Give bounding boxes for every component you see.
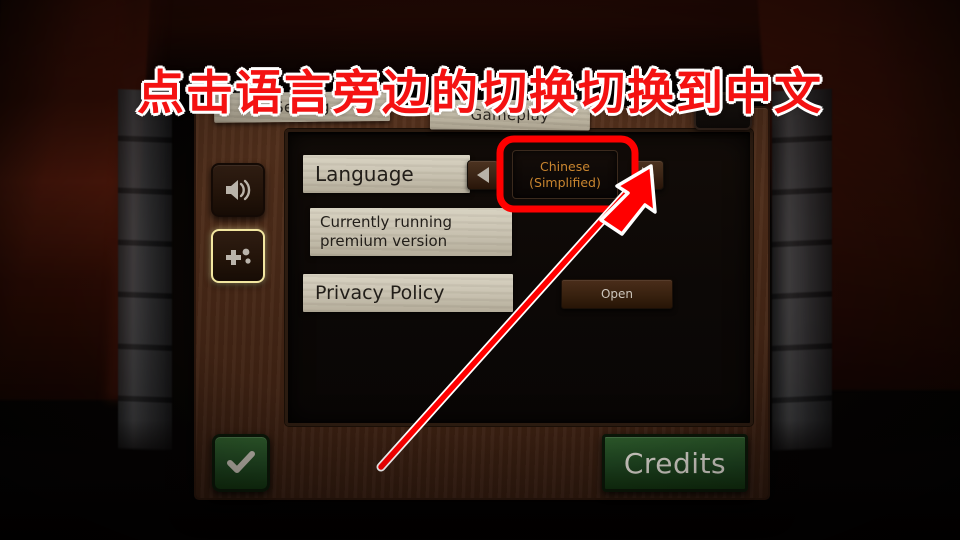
privacy-policy-open-button[interactable]: Open <box>561 279 673 309</box>
language-prev-arrow-button[interactable] <box>467 160 499 190</box>
language-value-line1: Chinese <box>540 158 590 174</box>
confirm-button[interactable] <box>212 434 270 492</box>
speaker-icon <box>226 179 251 201</box>
pillar-left <box>118 89 172 451</box>
tab-gameplay-label: Gameplay <box>470 105 550 125</box>
chevron-left-icon <box>477 167 489 183</box>
premium-status-line1: Currently running <box>320 212 453 231</box>
checkmark-icon <box>227 451 255 473</box>
language-label: Language <box>315 162 414 186</box>
language-next-arrow-button[interactable] <box>632 160 664 190</box>
tab-settings[interactable]: Setting <box>213 91 391 123</box>
curtain-top <box>90 0 840 90</box>
plus-dots-icon <box>226 248 251 265</box>
open-button-label: Open <box>600 287 634 301</box>
credits-button[interactable]: Credits <box>602 434 748 492</box>
tab-extra[interactable] <box>694 92 752 130</box>
tab-settings-label: Setting <box>274 97 330 117</box>
language-value-line2: (Simplified) <box>529 174 601 190</box>
premium-status-line2: premium version <box>320 232 448 250</box>
credits-button-label: Credits <box>623 446 727 480</box>
pillar-right <box>772 88 832 452</box>
privacy-policy-plate: Privacy Policy <box>303 274 513 312</box>
privacy-policy-label: Privacy Policy <box>315 282 445 304</box>
language-label-plate: Language <box>303 155 470 193</box>
sidebar-item-audio[interactable] <box>211 163 265 217</box>
tab-gameplay[interactable]: Gameplay <box>429 99 591 131</box>
language-value-box[interactable]: Chinese (Simplified) <box>512 150 618 199</box>
premium-status-plate: Currently running premium version <box>310 208 512 256</box>
game-settings-screen: Setting Gameplay Language Chinese (Simpl… <box>0 0 960 540</box>
sidebar-item-misc[interactable] <box>211 229 265 283</box>
chevron-right-icon <box>642 167 654 183</box>
premium-status-text: Currently running premium version <box>320 213 452 252</box>
